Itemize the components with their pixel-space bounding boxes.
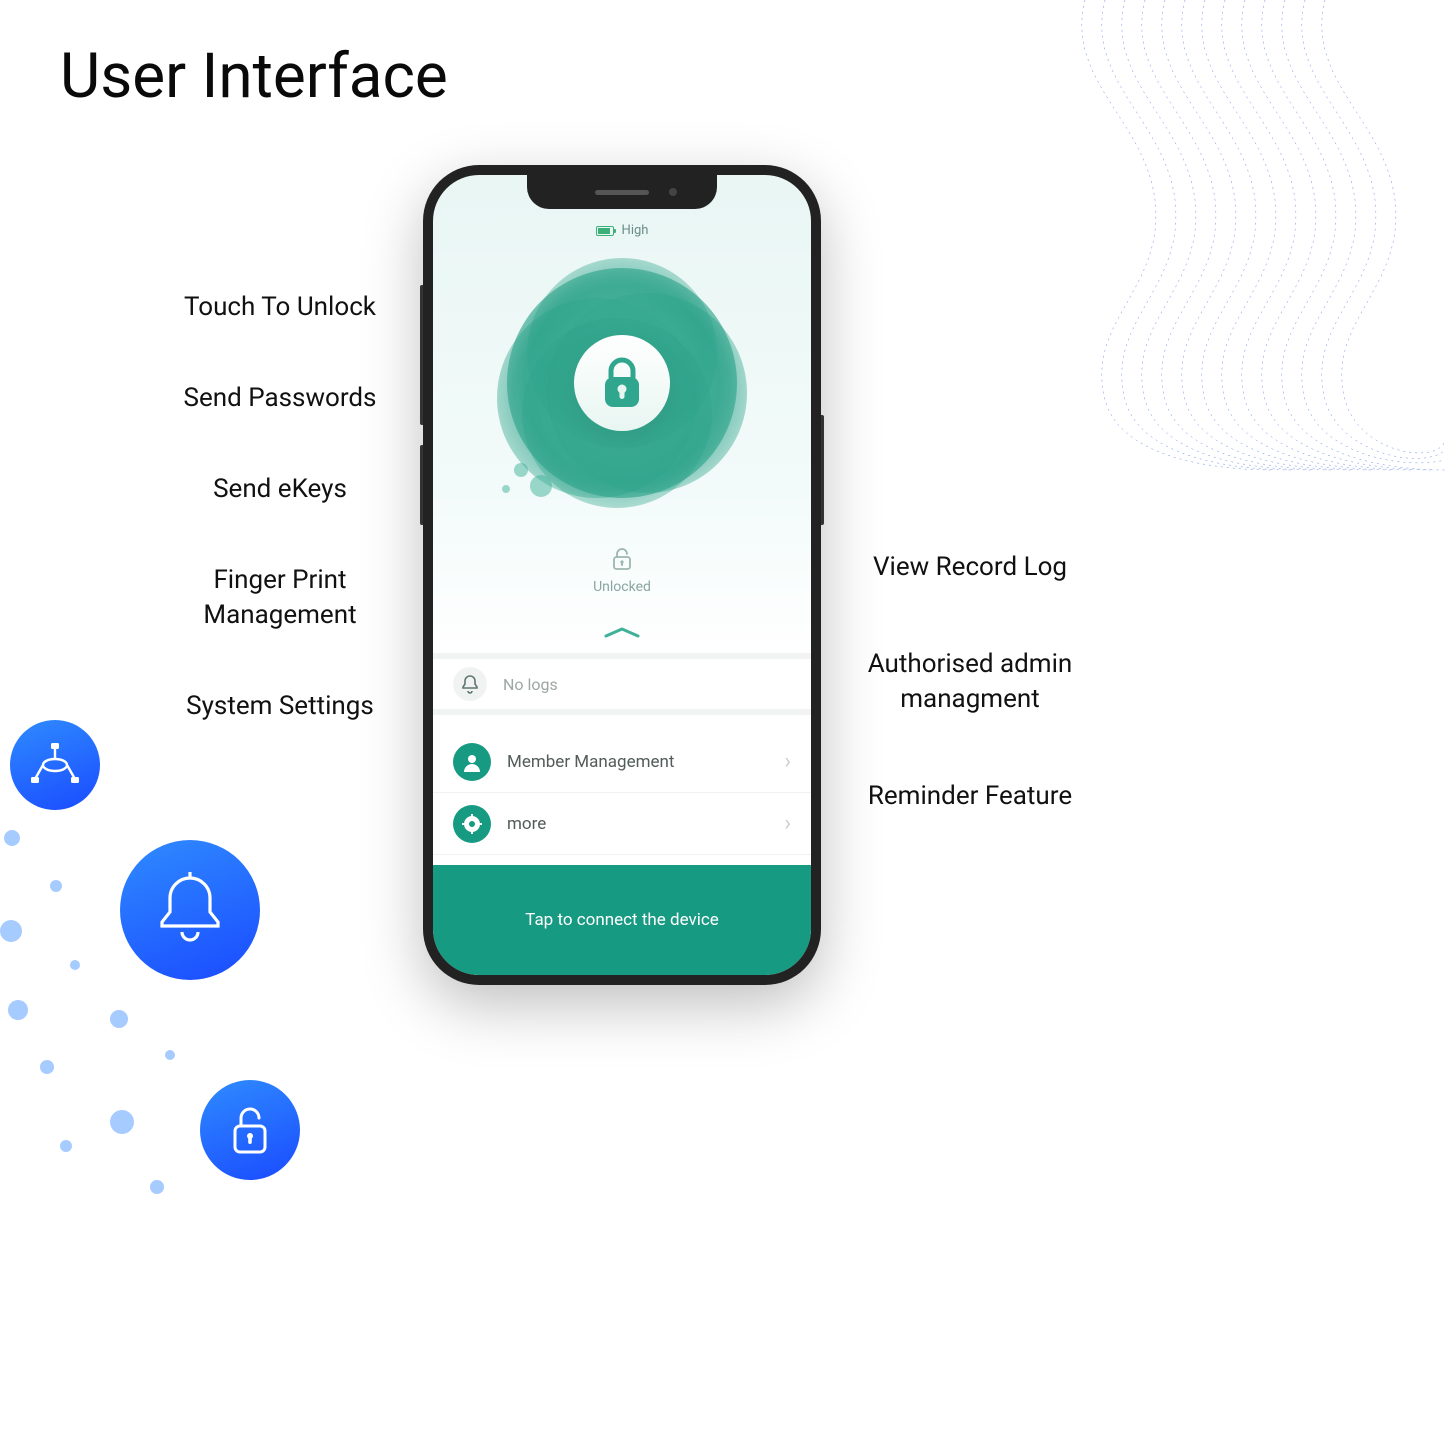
feature-touch-to-unlock: Touch To Unlock: [150, 290, 410, 325]
bell-icon: [120, 840, 260, 980]
lock-open-icon: [611, 547, 633, 571]
lock-icon: [574, 335, 670, 431]
decor-dot: [165, 1050, 175, 1060]
list-item-label: more: [507, 814, 784, 834]
decor-dot: [4, 830, 20, 846]
feature-fingerprint-management: Finger Print Management: [150, 563, 410, 633]
chevron-up-icon: [602, 625, 642, 639]
feature-view-record-log: View Record Log: [845, 550, 1095, 585]
battery-label: High: [622, 223, 649, 238]
expand-handle[interactable]: [433, 625, 811, 639]
connect-button-label: Tap to connect the device: [525, 910, 719, 930]
person-icon: [453, 743, 491, 781]
wave-pattern-decor: [1025, 0, 1445, 480]
phone-mockup: High: [423, 165, 821, 985]
feature-send-ekeys: Send eKeys: [150, 472, 410, 507]
phone-notch: [527, 175, 717, 209]
battery-status: High: [433, 223, 811, 238]
decor-dot: [40, 1060, 54, 1074]
front-camera: [669, 188, 677, 196]
chevron-right-icon: ›: [784, 749, 791, 774]
left-feature-list: Touch To Unlock Send Passwords Send eKey…: [150, 290, 410, 781]
battery-icon: [596, 226, 614, 236]
decor-dot: [70, 960, 80, 970]
speaker-grille: [595, 190, 649, 195]
lock-status: Unlocked: [433, 547, 811, 595]
feature-send-passwords: Send Passwords: [150, 381, 410, 416]
decor-dot: [110, 1110, 134, 1134]
connect-button[interactable]: Tap to connect the device: [433, 865, 811, 975]
lock-open-icon: [200, 1080, 300, 1180]
feature-reminder: Reminder Feature: [845, 779, 1095, 814]
lock-status-label: Unlocked: [593, 579, 651, 595]
gear-icon: [453, 805, 491, 843]
logs-row[interactable]: No logs: [433, 653, 811, 715]
decor-dot: [8, 1000, 28, 1020]
list-item-label: Member Management: [507, 752, 784, 772]
feature-system-settings: System Settings: [150, 689, 410, 724]
list-item-member-management[interactable]: Member Management ›: [433, 731, 811, 793]
bell-icon: [453, 667, 487, 701]
decor-dot: [110, 1010, 128, 1028]
network-icon: [10, 720, 100, 810]
page-title: User Interface: [60, 40, 448, 113]
lock-button[interactable]: [492, 253, 752, 513]
decor-dot: [0, 920, 22, 942]
feature-admin-management: Authorised admin managment: [845, 647, 1095, 717]
list-item-more[interactable]: more ›: [433, 793, 811, 855]
decor-dot: [60, 1140, 72, 1152]
decor-dot: [150, 1180, 164, 1194]
logs-text: No logs: [503, 675, 558, 694]
phone-screen: High: [433, 175, 811, 975]
menu-list: Member Management › more ›: [433, 731, 811, 855]
chevron-right-icon: ›: [784, 811, 791, 836]
right-feature-list: View Record Log Authorised admin managme…: [845, 550, 1095, 876]
decor-dot: [50, 880, 62, 892]
